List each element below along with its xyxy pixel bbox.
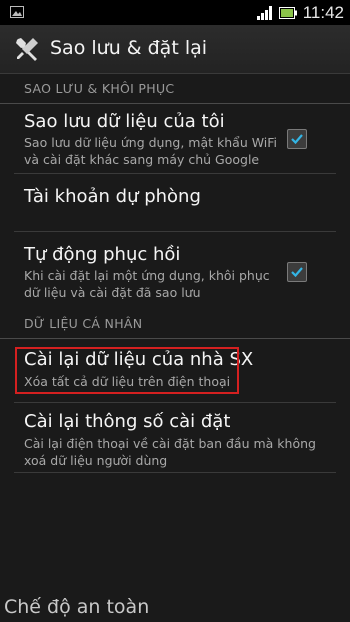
item-summary: Sao lưu dữ liệu ứng dụng, mật khẩu WiFi … — [24, 135, 278, 167]
signal-icon — [256, 5, 272, 20]
item-title: Cài lại thông số cài đặt — [24, 411, 231, 432]
backup-data-checkbox[interactable] — [287, 129, 307, 149]
page-title: Sao lưu & đặt lại — [50, 37, 208, 59]
checkmark-icon — [291, 267, 303, 278]
divider — [14, 472, 336, 473]
section-header-backup: SAO LƯU & KHÔI PHỤC — [0, 75, 350, 104]
section-header-label: SAO LƯU & KHÔI PHỤC — [24, 81, 175, 96]
safe-mode-label: Chế độ an toàn — [4, 596, 150, 618]
auto-restore-item[interactable]: Tự động phục hồi Khi cài đặt lại một ứng… — [0, 232, 350, 308]
item-title: Sao lưu dữ liệu của tôi — [24, 111, 225, 132]
battery-icon — [278, 6, 297, 19]
auto-restore-checkbox[interactable] — [287, 262, 307, 282]
item-summary: Cài lại điện thoại về cài đặt ban đầu mà… — [24, 436, 316, 468]
settings-tools-icon[interactable] — [13, 35, 41, 63]
item-summary: Khi cài đặt lại một ứng dụng, khôi phục … — [24, 268, 270, 300]
item-title: Tự động phục hồi — [24, 244, 181, 265]
section-header-personal: DỮ LIỆU CÁ NHÂN — [0, 310, 350, 339]
highlight-box — [15, 347, 239, 394]
backup-account-item[interactable]: Tài khoản dự phòng — [0, 174, 350, 230]
image-notification-icon — [10, 6, 24, 18]
backup-data-item[interactable]: Sao lưu dữ liệu của tôi Sao lưu dữ liệu … — [0, 104, 350, 172]
clock: 11:42 — [302, 2, 344, 22]
reset-settings-item[interactable]: Cài lại thông số cài đặt Cài lại điện th… — [0, 403, 350, 471]
item-title: Tài khoản dự phòng — [24, 186, 201, 207]
action-bar: Sao lưu & đặt lại — [0, 25, 350, 74]
checkmark-icon — [291, 134, 303, 145]
section-header-label: DỮ LIỆU CÁ NHÂN — [24, 316, 143, 331]
status-bar: 11:42 — [0, 0, 350, 25]
